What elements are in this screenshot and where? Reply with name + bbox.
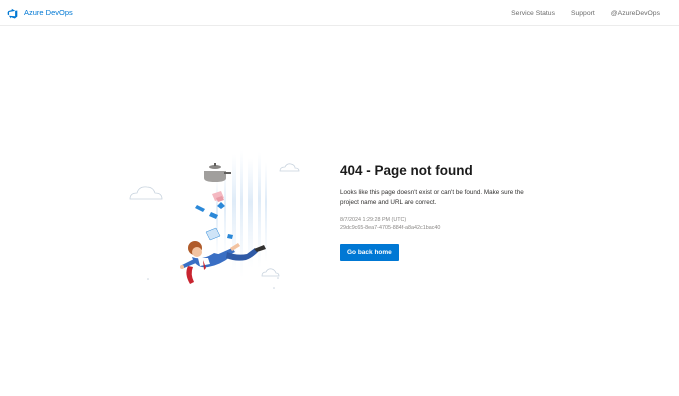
error-description: Looks like this page doesn't exist or ca…: [340, 189, 524, 206]
header-nav: Service Status Support @AzureDevOps: [511, 9, 660, 18]
falling-person-illustration: [128, 148, 300, 294]
top-bar: Azure DevOps Service Status Support @Azu…: [0, 0, 679, 26]
brand-link[interactable]: Azure DevOps: [7, 7, 73, 19]
error-timestamp: 8/7/2024 1:29:28 PM (UTC): [340, 217, 407, 224]
support-link[interactable]: Support: [571, 9, 595, 18]
brand-label: Azure DevOps: [24, 8, 73, 17]
twitter-link[interactable]: @AzureDevOps: [611, 9, 660, 18]
falling-person-404-illustration: [129, 150, 300, 289]
service-status-link[interactable]: Service Status: [511, 9, 555, 18]
activity-id: 29dc9c65-8ea7-4705-884f-a8a42c1bac40: [340, 225, 441, 232]
error-meta: 8/7/2024 1:29:28 PM (UTC) 29dc9c65-8ea7-…: [340, 216, 550, 232]
azure-devops-logo-icon: [7, 8, 18, 19]
error-content: 404 - Page not found Looks like this pag…: [340, 163, 550, 262]
go-back-home-button[interactable]: Go back home: [340, 244, 399, 262]
page-title: 404 - Page not found: [340, 163, 473, 178]
